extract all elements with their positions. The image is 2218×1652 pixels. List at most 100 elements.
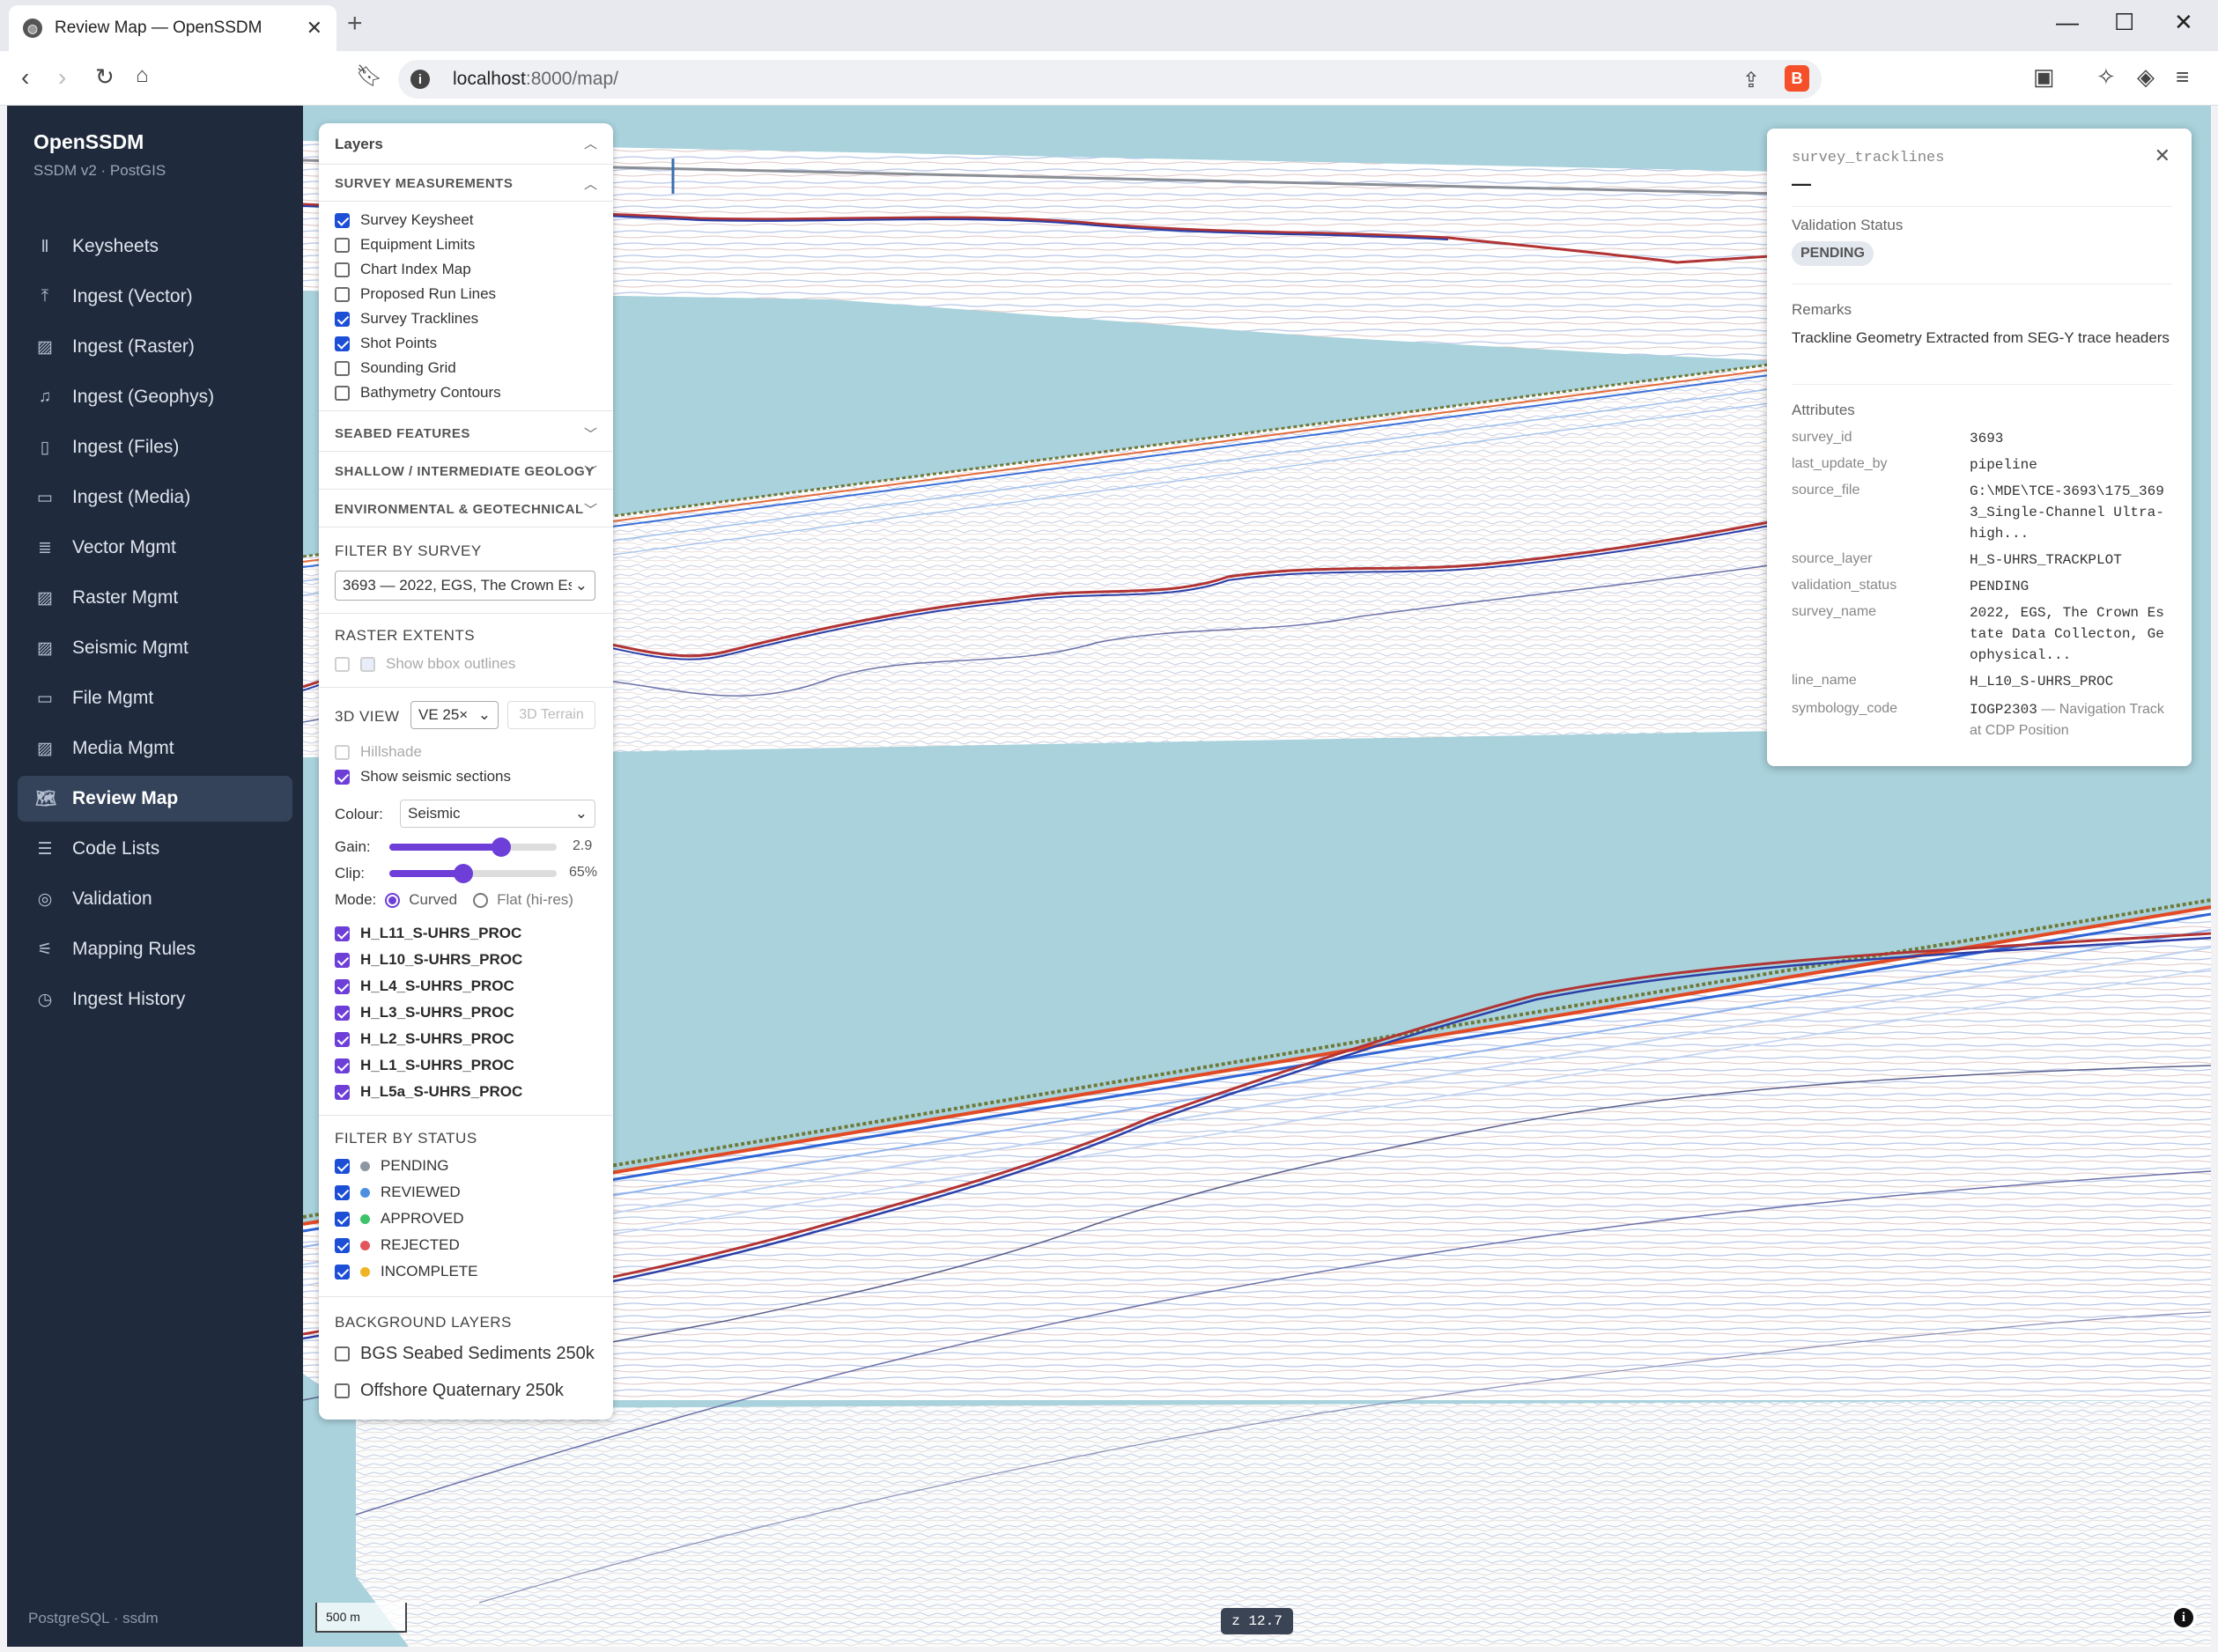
browser-tab[interactable]: ◍ Review Map — OpenSSDM ✕ (9, 5, 336, 51)
status-filter-approved[interactable]: APPROVED (335, 1210, 463, 1228)
checkbox[interactable] (335, 1264, 350, 1280)
brave-shield-icon[interactable]: B (1785, 65, 1809, 92)
nav-ingest-raster[interactable]: ▨ Ingest (Raster) (18, 324, 292, 370)
hillshade-toggle[interactable]: Hillshade (335, 743, 422, 761)
layer-sounding-grid[interactable]: Sounding Grid (335, 359, 456, 377)
checkbox[interactable] (335, 769, 350, 785)
checkbox[interactable] (335, 385, 350, 401)
checkbox[interactable] (335, 1346, 350, 1361)
nav-mapping-rules[interactable]: ⚟ Mapping Rules (18, 926, 292, 972)
layer-equipment-limits[interactable]: Equipment Limits (335, 236, 475, 254)
status-filter-pending[interactable]: PENDING (335, 1157, 448, 1175)
vpn-icon[interactable]: ◈ (2137, 63, 2155, 91)
mode-curved-radio[interactable] (385, 892, 401, 908)
checkbox[interactable] (335, 336, 350, 351)
status-filter-reviewed[interactable]: REVIEWED (335, 1184, 461, 1201)
checkbox[interactable] (335, 1058, 350, 1073)
nav-keysheets[interactable]: Ⅱ Keysheets (18, 224, 292, 269)
site-info-icon[interactable]: i (410, 70, 430, 89)
chevron-down-icon[interactable]: ﹀ (584, 424, 597, 443)
chevron-down-icon[interactable]: ﹀ (584, 500, 597, 519)
3d-terrain-button[interactable]: 3D Terrain (507, 701, 595, 729)
checkbox[interactable] (335, 286, 350, 302)
checkbox[interactable] (335, 311, 350, 327)
minimize-icon[interactable]: — (2056, 9, 2079, 36)
gain-slider[interactable] (389, 837, 557, 857)
nav-validation[interactable]: ◎ Validation (18, 876, 292, 922)
checkbox[interactable] (335, 1237, 350, 1253)
layer-proposed-run-lines[interactable]: Proposed Run Lines (335, 285, 496, 303)
checkbox[interactable] (335, 926, 350, 941)
checkbox[interactable] (335, 978, 350, 994)
close-tab-icon[interactable]: ✕ (307, 17, 322, 40)
reload-icon[interactable]: ↻ (95, 63, 115, 91)
checkbox[interactable] (335, 1005, 350, 1021)
nav-raster-mgmt[interactable]: ▨ Raster Mgmt (18, 575, 292, 621)
checkbox[interactable] (335, 262, 350, 277)
nav-file-mgmt[interactable]: ▭ File Mgmt (18, 675, 292, 721)
nav-seismic-mgmt[interactable]: ▨ Seismic Mgmt (18, 625, 292, 671)
seismic-line-toggle[interactable]: H_L4_S-UHRS_PROC (335, 977, 514, 995)
checkbox[interactable] (335, 1031, 350, 1047)
nav-review-map[interactable]: 🗺︎ Review Map (18, 776, 292, 822)
nav-ingest-geophys[interactable]: ♫ Ingest (Geophys) (18, 374, 292, 420)
chevron-up-icon[interactable]: ︿ (584, 174, 597, 193)
checkbox[interactable] (335, 1383, 350, 1398)
menu-icon[interactable]: ≡ (2176, 63, 2189, 91)
seismic-line-toggle[interactable]: H_L2_S-UHRS_PROC (335, 1030, 514, 1048)
leo-ai-icon[interactable]: ✧ (2096, 63, 2116, 91)
group-seabed-features[interactable]: SEABED FEATURES (335, 426, 470, 441)
mode-flat-radio[interactable] (473, 892, 489, 908)
checkbox[interactable] (335, 656, 350, 672)
nav-vector-mgmt[interactable]: ≣ Vector Mgmt (18, 525, 292, 571)
checkbox[interactable] (335, 1211, 350, 1227)
nav-ingest-history[interactable]: ◷ Ingest History (18, 977, 292, 1022)
maximize-icon[interactable]: ☐ (2114, 9, 2134, 36)
address-bar[interactable]: i localhost:8000/map/ ⇪ B (398, 60, 1822, 99)
seismic-line-toggle[interactable]: H_L5a_S-UHRS_PROC (335, 1083, 522, 1101)
clip-slider[interactable] (389, 864, 557, 883)
seismic-line-toggle[interactable]: H_L3_S-UHRS_PROC (335, 1004, 514, 1021)
status-filter-incomplete[interactable]: INCOMPLETE (335, 1263, 478, 1280)
colour-select[interactable]: Seismic ⌄ (400, 800, 595, 828)
new-tab-icon[interactable]: + (347, 9, 363, 39)
layer-survey-keysheet[interactable]: Survey Keysheet (335, 211, 474, 229)
back-icon[interactable]: ‹ (21, 63, 29, 92)
bg-layer-offshore-quaternary[interactable]: Offshore Quaternary 250k (335, 1381, 564, 1401)
vertical-exaggeration-select[interactable]: VE 25× ⌄ (410, 701, 499, 729)
nav-media-mgmt[interactable]: ▨ Media Mgmt (18, 726, 292, 771)
layer-bathymetry-contours[interactable]: Bathymetry Contours (335, 384, 501, 402)
map-attribution-button[interactable]: i (2170, 1604, 2197, 1631)
checkbox[interactable] (335, 1184, 350, 1200)
checkbox[interactable] (335, 237, 350, 253)
sidebar-toggle-icon[interactable]: ▣ (2033, 63, 2055, 91)
chevron-down-icon[interactable]: ﹀ (584, 462, 597, 481)
layer-shot-points[interactable]: Shot Points (335, 335, 437, 352)
layer-chart-index-map[interactable]: Chart Index Map (335, 261, 471, 278)
show-seismic-toggle[interactable]: Show seismic sections (335, 768, 511, 785)
checkbox[interactable] (335, 744, 350, 760)
checkbox[interactable] (335, 952, 350, 968)
group-survey-measurements[interactable]: SURVEY MEASUREMENTS (335, 176, 513, 191)
collapse-chevron-icon[interactable]: ︿ (584, 134, 597, 152)
bg-layer-bgs-seabed[interactable]: BGS Seabed Sediments 250k (335, 1344, 595, 1364)
checkbox[interactable] (335, 1158, 350, 1174)
seismic-line-toggle[interactable]: H_L10_S-UHRS_PROC (335, 951, 522, 969)
layer-survey-tracklines[interactable]: Survey Tracklines (335, 310, 478, 328)
gain-slider-handle[interactable] (492, 837, 512, 857)
checkbox[interactable] (335, 360, 350, 376)
checkbox[interactable] (335, 1084, 350, 1100)
clip-slider-handle[interactable] (453, 864, 473, 883)
nav-code-lists[interactable]: ☰ Code Lists (18, 826, 292, 872)
forward-icon[interactable]: › (58, 63, 66, 92)
nav-ingest-vector[interactable]: ⤒ Ingest (Vector) (18, 274, 292, 320)
status-filter-rejected[interactable]: REJECTED (335, 1236, 460, 1254)
home-icon[interactable]: ⌂ (136, 63, 149, 88)
seismic-line-toggle[interactable]: H_L1_S-UHRS_PROC (335, 1057, 514, 1074)
survey-select[interactable]: 3693 — 2022, EGS, The Crown Estate Data … (335, 571, 595, 601)
group-environmental-geotechnical[interactable]: ENVIRONMENTAL & GEOTECHNICAL (335, 502, 584, 517)
share-icon[interactable]: ⇪ (1742, 68, 1760, 93)
bookmark-icon[interactable]: 🔖︎ (356, 63, 382, 89)
window-close-icon[interactable]: ✕ (2174, 9, 2193, 36)
group-shallow-geology[interactable]: SHALLOW / INTERMEDIATE GEOLOGY (335, 464, 595, 479)
